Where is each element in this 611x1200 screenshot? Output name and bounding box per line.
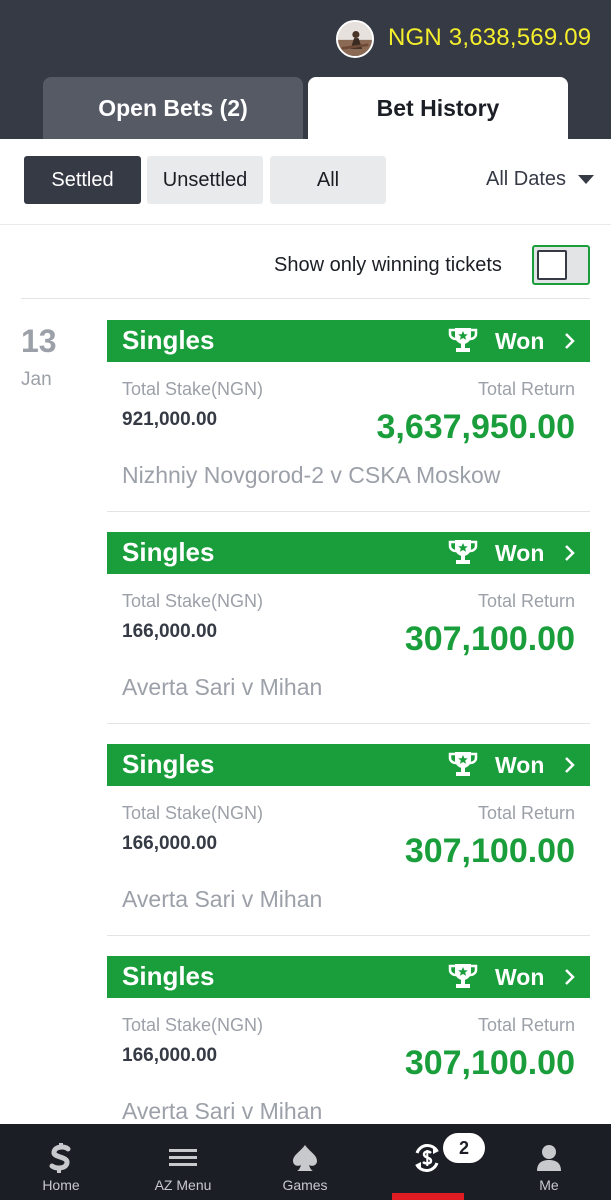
match-name: Averta Sari v Mihan [122, 1098, 323, 1124]
ticket-status: Won [495, 540, 545, 566]
bet-ticket[interactable]: Singles Won Total Stake(NGN) 166,000.00 … [107, 956, 590, 1148]
nav-games-label: Games [282, 1177, 328, 1193]
match-name: Averta Sari v Mihan [122, 674, 323, 700]
toggle-knob [537, 250, 567, 280]
app-header: NGN 3,638,569.09 Open Bets (2) Bet Histo… [0, 0, 611, 139]
nav-games[interactable]: Games [244, 1124, 366, 1200]
active-tab-indicator [392, 1193, 464, 1200]
bet-history-icon [415, 1144, 439, 1172]
date-month: Jan [21, 369, 52, 390]
return-value: 3,637,950.00 [376, 408, 575, 446]
date-range-label: All Dates [486, 168, 567, 190]
divider [21, 298, 590, 299]
stake-label: Total Stake(NGN) [122, 803, 264, 823]
chevron-right-icon [565, 545, 575, 561]
ticket-header: Singles Won [107, 320, 590, 362]
match-name: Nizhniy Novgorod-2 v CSKA Moskow [122, 462, 501, 488]
winning-tickets-label: Show only winning tickets [274, 254, 502, 276]
nav-home[interactable]: Home [0, 1124, 122, 1200]
filter-settled-button[interactable]: Settled [24, 156, 141, 204]
filter-bar: Settled Unsettled All All Dates [0, 139, 611, 225]
open-bets-count-badge: 2 [443, 1133, 485, 1163]
return-value: 307,100.00 [404, 1044, 575, 1082]
stake-value: 166,000.00 [122, 1045, 218, 1066]
stake-label: Total Stake(NGN) [122, 379, 264, 399]
ticket-status: Won [495, 328, 545, 354]
stake-value: 166,000.00 [122, 833, 218, 854]
chevron-right-icon [565, 757, 575, 773]
stake-label: Total Stake(NGN) [122, 1015, 264, 1035]
nav-home-label: Home [42, 1177, 80, 1193]
date-range-dropdown[interactable]: All Dates [486, 168, 595, 191]
return-value: 307,100.00 [404, 832, 575, 870]
trophy-icon [448, 328, 478, 352]
nav-me[interactable]: Me [488, 1124, 610, 1200]
return-value: 307,100.00 [404, 620, 575, 658]
ticket-header: Singles Won [107, 744, 590, 786]
filter-all-button[interactable]: All [270, 156, 386, 204]
ticket-status: Won [495, 752, 545, 778]
stake-label: Total Stake(NGN) [122, 591, 264, 611]
ticket-type: Singles [122, 749, 215, 779]
user-icon [537, 1145, 561, 1171]
ticket-type: Singles [122, 537, 215, 567]
nav-az-menu[interactable]: AZ Menu [122, 1124, 244, 1200]
ticket-header: Singles Won [107, 956, 590, 998]
stake-value: 921,000.00 [122, 409, 218, 430]
nav-me-label: Me [539, 1177, 559, 1193]
trophy-icon [448, 964, 478, 988]
tab-bet-history[interactable]: Bet History [308, 77, 568, 139]
ticket-type: Singles [122, 961, 215, 991]
bet-ticket[interactable]: Singles Won Total Stake(NGN) 166,000.00 … [107, 532, 590, 724]
bet-ticket[interactable]: Singles Won Total Stake(NGN) 166,000.00 … [107, 744, 590, 936]
winning-tickets-toggle[interactable] [532, 245, 590, 285]
match-name: Averta Sari v Mihan [122, 886, 323, 912]
ticket-status: Won [495, 964, 545, 990]
filter-unsettled-button[interactable]: Unsettled [147, 156, 263, 204]
stake-value: 166,000.00 [122, 621, 218, 642]
return-label: Total Return [477, 591, 575, 611]
chevron-right-icon [565, 333, 575, 349]
return-label: Total Return [477, 1015, 575, 1035]
sporty-logo-icon [49, 1143, 71, 1173]
account-balance[interactable]: NGN 3,638,569.09 [388, 24, 591, 52]
tab-open-bets[interactable]: Open Bets (2) [43, 77, 303, 139]
winning-tickets-row: Show only winning tickets [0, 244, 611, 286]
ticket-header: Singles Won [107, 532, 590, 574]
ticket-type: Singles [122, 325, 215, 355]
avatar[interactable] [336, 20, 374, 58]
trophy-icon [448, 540, 478, 564]
return-label: Total Return [477, 803, 575, 823]
spade-icon [293, 1145, 317, 1171]
bottom-nav: Home AZ Menu Games Me [0, 1124, 611, 1200]
menu-icon [169, 1149, 197, 1166]
date-day: 13 [21, 323, 57, 359]
bet-ticket[interactable]: Singles Won Total Stake(NGN) 921,000.00 … [107, 320, 590, 512]
caret-down-icon [578, 175, 595, 184]
nav-az-menu-label: AZ Menu [154, 1177, 212, 1193]
avatar-image-icon [338, 22, 372, 56]
trophy-icon [448, 752, 478, 776]
return-label: Total Return [477, 379, 575, 399]
chevron-right-icon [565, 969, 575, 985]
